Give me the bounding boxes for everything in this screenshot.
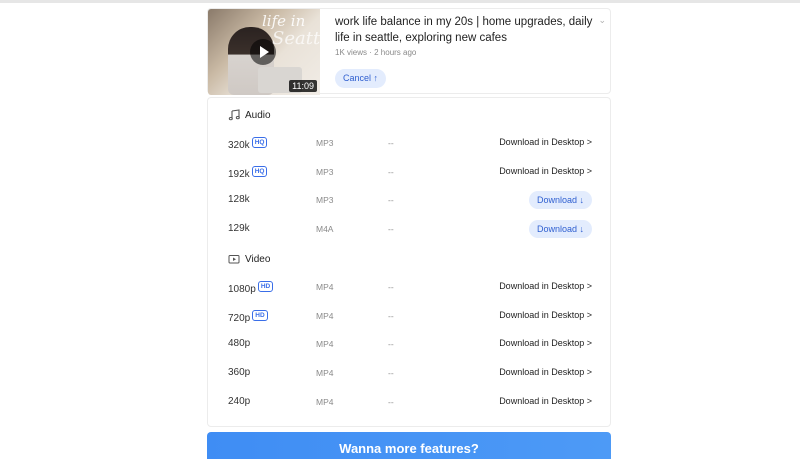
- quality-value: 129k: [228, 223, 250, 235]
- quality-label: 240p: [228, 396, 250, 407]
- format-label: MP3: [316, 166, 334, 177]
- format-label: M4A: [316, 224, 334, 235]
- video-camera-icon: [228, 255, 240, 264]
- more-features-button[interactable]: Wanna more features?: [207, 432, 611, 459]
- download-button[interactable]: Download ↓: [528, 191, 592, 210]
- quality-value: 720p: [228, 312, 251, 324]
- quality-badge: HD: [252, 309, 268, 321]
- size-label: --: [388, 282, 394, 292]
- music-note-icon: [228, 109, 240, 121]
- size-label: --: [388, 339, 394, 350]
- quality-badge: HQ: [251, 137, 268, 148]
- quality-label: 192k HQ: [228, 165, 268, 180]
- format-row: 128k MP3 -- Download ↓: [208, 189, 612, 213]
- format-label: MP3: [316, 138, 334, 148]
- top-divider: [0, 0, 800, 3]
- download-in-desktop-link[interactable]: Download in Desktop >: [499, 137, 592, 147]
- format-label: MP4: [316, 396, 334, 407]
- play-icon[interactable]: [250, 39, 276, 65]
- quality-value: 192k: [228, 168, 250, 180]
- format-label: MP4: [316, 282, 334, 292]
- size-label: --: [388, 396, 394, 407]
- download-button[interactable]: Download ↓: [528, 220, 592, 239]
- format-label: MP3: [316, 195, 334, 206]
- size-label: --: [388, 310, 394, 321]
- video-card: life in Seatt 11:09 work life balance in…: [207, 8, 611, 95]
- format-row: 320k HQ MP3 -- Download in Desktop >: [208, 132, 612, 156]
- size-label: --: [388, 166, 394, 177]
- download-options-panel: Audio 320k HQ MP3 -- Download in Desktop >19…: [207, 97, 611, 427]
- quality-label: 320k HQ: [228, 137, 268, 151]
- quality-label: 360p: [228, 367, 250, 378]
- format-row: 720p HD MP4 -- Download in Desktop >: [208, 305, 612, 329]
- format-label: MP4: [316, 310, 334, 321]
- quality-label: 480p: [228, 338, 250, 349]
- quality-label: 720p HD: [228, 309, 268, 324]
- download-in-desktop-link[interactable]: Download in Desktop >: [499, 338, 592, 348]
- format-row: 1080p HD MP4 -- Download in Desktop >: [208, 276, 612, 300]
- video-meta: 1K views · 2 hours ago: [335, 48, 417, 57]
- quality-badge: HQ: [251, 165, 268, 177]
- size-label: --: [388, 138, 394, 148]
- download-in-desktop-link[interactable]: Download in Desktop >: [499, 396, 592, 406]
- video-heading-label: Video: [245, 253, 271, 265]
- video-duration: 11:09: [289, 80, 317, 92]
- video-title: work life balance in my 20s | home upgra…: [335, 16, 593, 44]
- quality-value: 128k: [228, 194, 250, 206]
- download-in-desktop-link[interactable]: Download in Desktop >: [499, 367, 592, 377]
- size-label: --: [388, 368, 394, 379]
- size-label: --: [388, 195, 394, 206]
- format-row: 129k M4A -- Download ↓: [208, 218, 612, 242]
- quality-badge: HD: [257, 281, 274, 292]
- chevron-down-icon[interactable]: ⌄: [598, 15, 606, 26]
- download-in-desktop-link[interactable]: Download in Desktop >: [499, 310, 592, 320]
- cancel-button[interactable]: Cancel ↑: [335, 69, 387, 88]
- quality-value: 320k: [228, 140, 250, 151]
- quality-value: 480p: [228, 338, 251, 350]
- audio-section-heading: Audio: [228, 109, 271, 121]
- quality-value: 1080p: [228, 284, 256, 295]
- format-label: MP4: [316, 368, 334, 379]
- video-thumbnail[interactable]: life in Seatt 11:09: [208, 9, 320, 95]
- quality-value: 360p: [228, 367, 251, 379]
- format-row: 240p MP4 -- Download in Desktop >: [208, 391, 612, 415]
- thumbnail-text-2: Seatt: [272, 28, 320, 49]
- download-in-desktop-link[interactable]: Download in Desktop >: [499, 281, 592, 291]
- quality-label: 129k: [228, 223, 250, 234]
- download-in-desktop-link[interactable]: Download in Desktop >: [499, 166, 592, 176]
- quality-label: 128k: [228, 194, 250, 205]
- format-row: 192k HQ MP3 -- Download in Desktop >: [208, 161, 612, 185]
- quality-label: 1080p HD: [228, 281, 274, 295]
- format-row: 360p MP4 -- Download in Desktop >: [208, 362, 612, 386]
- audio-heading-label: Audio: [245, 109, 271, 121]
- format-row: 480p MP4 -- Download in Desktop >: [208, 333, 612, 357]
- format-label: MP4: [316, 339, 334, 350]
- size-label: --: [388, 224, 394, 235]
- video-section-heading: Video: [228, 253, 270, 265]
- quality-value: 240p: [228, 395, 251, 407]
